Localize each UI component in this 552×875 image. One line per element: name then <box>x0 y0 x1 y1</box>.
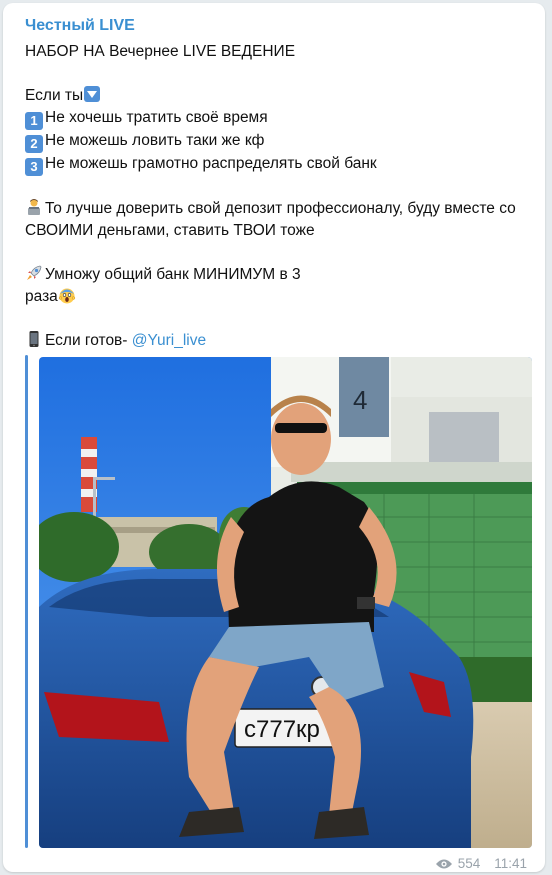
keycap-1-icon: 1 <box>25 112 43 130</box>
views-counter: 554 <box>435 856 481 871</box>
channel-post-bubble: Честный LIVE НАБОР НА Вечернее LIVE ВЕДЕ… <box>3 3 545 872</box>
views-count: 554 <box>457 856 481 871</box>
license-plate-text: с777кр <box>244 716 320 743</box>
cta-line: Если готов- @Yuri_live <box>25 330 530 352</box>
eye-icon <box>435 859 452 868</box>
pitch-paragraph-1: То лучше доверить свой депозит профессио… <box>25 198 530 242</box>
screaming-face-emoji-icon <box>58 288 75 304</box>
list-item-text: Не хочешь тратить своё время <box>45 109 268 126</box>
list-item: 3 Не можешь грамотно распределять свой ба… <box>25 153 530 176</box>
media-quote-bar <box>25 355 28 848</box>
post-headline: НАБОР НА Вечернее LIVE ВЕДЕНИЕ <box>25 43 296 60</box>
pitch-2-line1: Умножу общий банк МИНИМУМ в 3 <box>45 266 301 283</box>
sandal-right <box>314 807 369 839</box>
list-item-text: Не можешь грамотно распределять свой бан… <box>45 155 377 172</box>
pitch-2-line2: раза <box>25 288 58 305</box>
post-intro: Если ты <box>25 87 84 104</box>
post-text: НАБОР НА Вечернее LIVE ВЕДЕНИЕ Если ты 1… <box>25 41 530 352</box>
post-time: 11:41 <box>494 856 527 871</box>
mobile-phone-emoji-icon <box>29 331 39 347</box>
list-item: 1 Не хочешь тратить своё время <box>25 107 530 130</box>
person-head <box>271 403 331 475</box>
watch <box>357 597 375 609</box>
contact-handle-link[interactable]: @Yuri_live <box>132 332 206 349</box>
down-arrow-emoji-icon <box>84 86 101 102</box>
list-item: 2 Не можешь ловить таки же кф <box>25 130 530 153</box>
post-photo[interactable]: 4 с777кр <box>39 357 532 848</box>
post-intro-line: Если ты <box>25 85 530 107</box>
list-item-text: Не можешь ловить таки же кф <box>45 132 265 149</box>
sunglasses <box>275 423 327 433</box>
channel-name[interactable]: Честный LIVE <box>25 17 135 35</box>
cta-text: Если готов- <box>45 332 128 349</box>
post-meta: 554 11:41 <box>435 856 527 871</box>
rocket-emoji-icon <box>27 265 42 280</box>
svg-text:4: 4 <box>353 385 367 415</box>
person-at-computer-emoji-icon <box>28 199 40 215</box>
keycap-3-icon: 3 <box>25 158 43 176</box>
pitch-1-text: То лучше доверить свой депозит профессио… <box>25 200 516 239</box>
keycap-2-icon: 2 <box>25 135 43 153</box>
pitch-paragraph-2: Умножу общий банк МИНИМУМ в 3 раза <box>25 264 530 308</box>
